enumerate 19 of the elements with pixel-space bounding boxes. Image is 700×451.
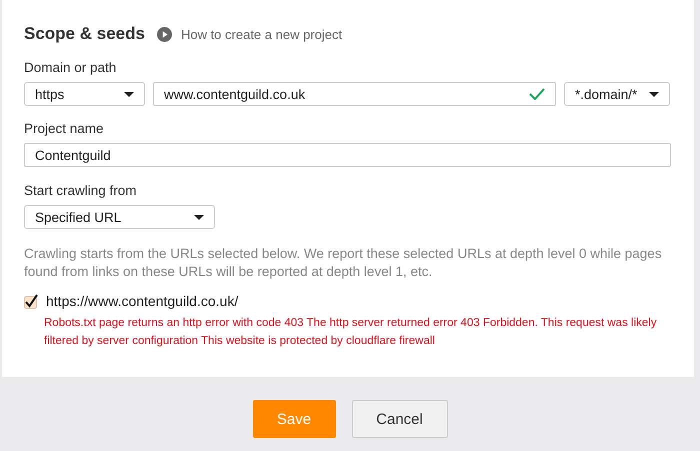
caret-icon <box>649 92 659 96</box>
error-message: Robots.txt page returns an http error with code 403 The http server returned error 403 Forbidden. This request was likely filtered by server configuration This website is protected by cloudflare firewall <box>44 316 658 349</box>
scope-dropdown[interactable]: *.domain/* <box>564 82 670 106</box>
caret-icon <box>194 214 204 220</box>
play-icon[interactable] <box>156 26 172 42</box>
field-label: Project name <box>24 121 105 136</box>
seed-url: https://www.contentguild.co.uk/ <box>46 293 238 309</box>
domain-field[interactable]: www.contentguild.co.uk <box>153 82 556 106</box>
section-title: Scope & seeds <box>24 24 145 44</box>
project-name-field[interactable]: Contentguild <box>24 143 671 167</box>
protocol-dropdown[interactable]: https <box>24 82 145 106</box>
field-label: Domain or path <box>24 60 118 75</box>
caret-icon <box>124 92 134 96</box>
help-link[interactable]: How to create a new project <box>180 26 342 42</box>
start-dropdown[interactable]: Specified URL <box>24 205 215 229</box>
checkbox[interactable] <box>24 294 39 308</box>
cancel-button[interactable]: Cancel <box>352 400 448 438</box>
description-text: Crawling starts from the URLs selected below. We report these selected URLs at depth level 0 while pages found from links on these URLs will be reported at depth level 1, etc. <box>24 245 663 281</box>
field-label: Start crawling from <box>24 183 138 198</box>
